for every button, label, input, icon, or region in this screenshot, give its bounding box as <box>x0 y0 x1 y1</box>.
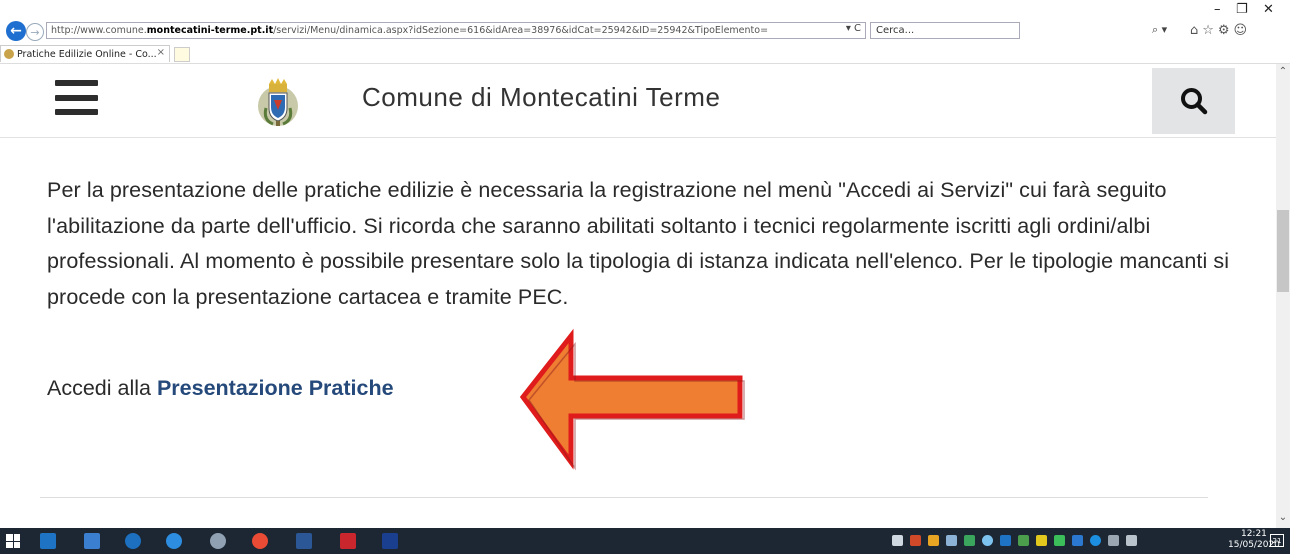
scroll-up-icon[interactable]: ⌃ <box>1276 66 1290 80</box>
notifications-icon[interactable]: 21 <box>1270 534 1284 547</box>
word-icon[interactable] <box>296 533 312 549</box>
tray-icon[interactable] <box>964 535 975 546</box>
app-icon[interactable] <box>382 533 398 549</box>
refresh-dropdown[interactable]: ▾ C <box>841 23 861 34</box>
address-url-domain: montecatini-terme.pt.it <box>146 25 274 36</box>
outlook-tray-icon[interactable] <box>1000 535 1011 546</box>
forward-button[interactable]: → <box>26 23 44 41</box>
back-button[interactable]: ← <box>6 21 26 41</box>
access-prefix: Accedi alla <box>47 376 157 400</box>
scroll-down-icon[interactable]: ⌄ <box>1276 512 1290 526</box>
page-content: Comune di Montecatini Terme Per la prese… <box>0 64 1276 528</box>
windows-taskbar: 12:21 15/05/2020 21 <box>0 528 1290 554</box>
internet-explorer-icon[interactable] <box>166 533 182 549</box>
tab-title: Pratiche Edilizie Online - Co... <box>17 48 157 60</box>
tray-icon[interactable] <box>982 535 993 546</box>
window-titlebar: – ❐ ✕ <box>0 0 1290 20</box>
tray-icon[interactable] <box>1072 535 1083 546</box>
presentazione-pratiche-link[interactable]: Presentazione Pratiche <box>157 376 394 400</box>
network-icon[interactable] <box>1108 535 1119 546</box>
tray-icon[interactable] <box>1018 535 1029 546</box>
new-tab-button[interactable] <box>174 47 190 62</box>
forward-arrow-icon: → <box>30 25 40 39</box>
site-search-button[interactable] <box>1152 68 1235 134</box>
municipal-crest-icon <box>258 78 298 126</box>
windows-start-icon[interactable] <box>6 534 20 548</box>
toolbar-icons[interactable]: ⌂☆⚙☺ <box>1190 23 1251 38</box>
tab-close-icon[interactable]: × <box>157 47 165 58</box>
file-explorer-icon[interactable] <box>84 533 100 549</box>
restore-button[interactable]: ❐ <box>1236 2 1248 17</box>
mail-tray-icon[interactable] <box>892 535 903 546</box>
browser-search-input[interactable]: Cerca... <box>870 22 1020 39</box>
access-line: Accedi alla Presentazione Pratiche <box>47 376 394 401</box>
tab-pratiche-edilizie[interactable]: Pratiche Edilizie Online - Co... × <box>0 45 170 62</box>
volume-icon[interactable] <box>1126 535 1137 546</box>
teamviewer-icon[interactable] <box>125 533 141 549</box>
search-dropdown-icon[interactable]: ⌕ ▾ <box>1152 23 1167 37</box>
tray-icon[interactable] <box>910 535 921 546</box>
steam-icon[interactable] <box>210 533 226 549</box>
chrome-icon[interactable] <box>252 533 268 549</box>
tab-favicon-icon <box>4 49 14 59</box>
vertical-scrollbar[interactable]: ⌃ ⌄ <box>1276 64 1290 528</box>
outlook-icon[interactable] <box>40 533 56 549</box>
tab-bar: Pratiche Edilizie Online - Co... × <box>0 43 1290 64</box>
tray-icon[interactable] <box>1036 535 1047 546</box>
tray-icon[interactable] <box>1090 535 1101 546</box>
address-url-path: /servizi/Menu/dinamica.aspx?idSezione=61… <box>273 25 769 36</box>
tray-icon[interactable] <box>1054 535 1065 546</box>
back-arrow-icon: ← <box>10 23 22 39</box>
tray-icon[interactable] <box>946 535 957 546</box>
address-url-prefix: http://www.comune. <box>51 25 147 36</box>
content-divider <box>40 497 1208 498</box>
menu-icon[interactable] <box>55 80 98 115</box>
header-divider <box>0 137 1276 138</box>
site-title[interactable]: Comune di Montecatini Terme <box>362 82 720 113</box>
tray-icon[interactable] <box>928 535 939 546</box>
minimize-button[interactable]: – <box>1214 2 1221 17</box>
search-icon <box>1180 88 1207 115</box>
close-window-button[interactable]: ✕ <box>1263 2 1274 17</box>
address-bar[interactable]: http://www.comune. montecatini-terme.pt.i… <box>46 22 866 39</box>
acrobat-icon[interactable] <box>340 533 356 549</box>
browser-navbar: ← → http://www.comune. montecatini-terme.… <box>0 19 1290 43</box>
scroll-thumb[interactable] <box>1277 210 1289 292</box>
intro-paragraph: Per la presentazione delle pratiche edil… <box>47 178 1230 309</box>
